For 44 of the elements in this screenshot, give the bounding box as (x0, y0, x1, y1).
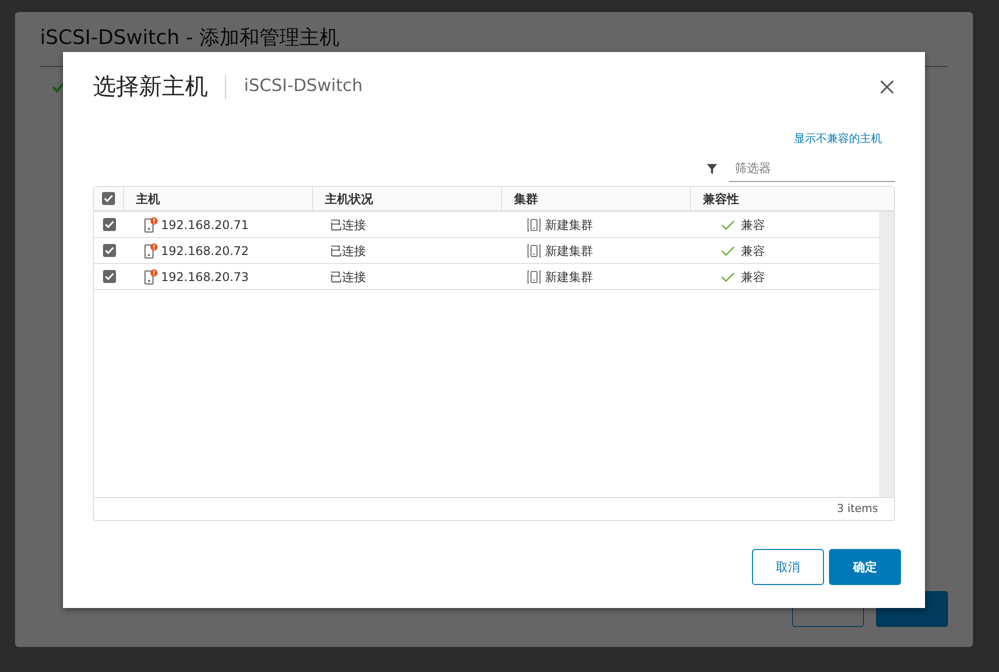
checkbox[interactable] (102, 218, 116, 231)
check-icon (52, 81, 66, 93)
modal-title: 选择新主机 (93, 74, 226, 99)
host-warning-icon (144, 216, 158, 232)
checkbox[interactable] (102, 192, 115, 205)
check-icon (721, 272, 735, 282)
host-status: 已连接 (329, 268, 367, 286)
compatibility-text: 兼容 (741, 268, 765, 286)
check-icon (721, 220, 735, 230)
close-button[interactable] (879, 78, 895, 95)
cancel-button[interactable]: 取消 (752, 549, 824, 585)
checkmark-icon (104, 218, 114, 231)
column-header[interactable]: 集群 (502, 187, 691, 210)
filter-icon (707, 164, 717, 174)
compatibility-text: 兼容 (741, 216, 765, 234)
cluster-name[interactable]: 新建集群 (545, 216, 593, 234)
host-status: 已连接 (329, 216, 367, 234)
cluster-name[interactable]: 新建集群 (545, 268, 593, 286)
host-warning-icon (144, 268, 158, 284)
checkbox[interactable] (102, 244, 116, 257)
column-header[interactable]: 兼容性 (691, 187, 894, 210)
check-icon (721, 246, 735, 256)
modal-subtitle: iSCSI-DSwitch (244, 75, 363, 98)
confirm-button[interactable]: 确定 (829, 549, 901, 585)
show-incompatible-hosts-link[interactable]: 显示不兼容的主机 (794, 130, 882, 147)
checkmark-icon (103, 192, 114, 205)
compatibility-text: 兼容 (741, 242, 765, 260)
host-name[interactable]: 192.168.20.72 (161, 242, 249, 260)
checkbox[interactable] (102, 270, 116, 283)
column-header[interactable]: 主机 (124, 187, 313, 210)
host-name[interactable]: 192.168.20.73 (161, 268, 249, 286)
host-warning-icon (144, 242, 158, 258)
checkmark-icon (104, 270, 114, 283)
close-icon (879, 78, 895, 95)
cluster-icon (527, 270, 541, 284)
host-status: 已连接 (329, 242, 367, 260)
host-name[interactable]: 192.168.20.71 (161, 216, 249, 234)
item-count: 3 items (94, 497, 894, 520)
scrollbar-track[interactable] (879, 212, 894, 497)
cluster-name[interactable]: 新建集群 (545, 242, 593, 260)
column-header[interactable]: 主机状况 (313, 187, 502, 210)
cluster-icon (527, 244, 541, 258)
cluster-icon (527, 218, 541, 232)
checkmark-icon (104, 244, 114, 257)
